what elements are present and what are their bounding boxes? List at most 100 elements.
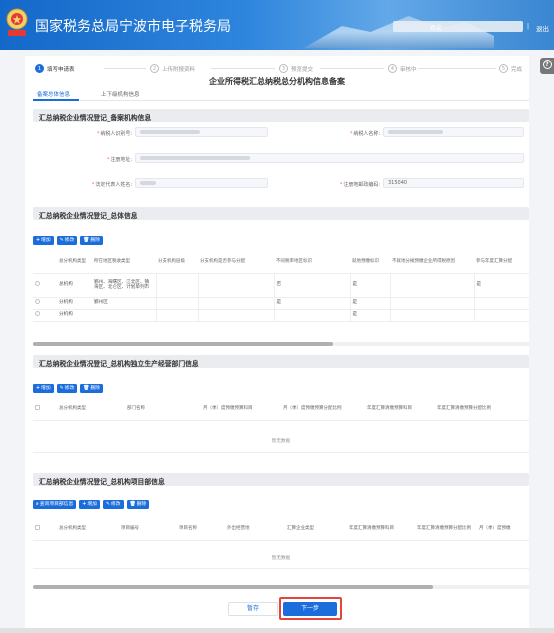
column-header: 年度汇算清缴预算科目 <box>347 519 415 541</box>
label-text: 纳税人识别号: <box>100 131 132 137</box>
required-mark: * <box>91 182 95 188</box>
step-connector <box>320 68 384 69</box>
trash-icon: 🗑 <box>83 386 90 391</box>
column-header: 年度汇算清缴预算分配比例 <box>415 519 477 541</box>
edit-button[interactable]: ✎修改 <box>102 500 124 509</box>
table-header-row: 总分机构类型 项目编号 项目名称 外出经营地 汇算企业类型 年度汇算清缴预算科目… <box>33 519 529 541</box>
section-header-general: 汇总纳税企业情况登记_总体信息 <box>33 207 529 220</box>
delete-button[interactable]: 🗑删除 <box>80 384 103 393</box>
cell <box>198 297 275 310</box>
delete-button[interactable]: 🗑删除 <box>80 236 103 245</box>
button-label: 删除 <box>90 386 100 391</box>
header-select <box>33 519 57 541</box>
save-draft-button[interactable]: 暂存 <box>228 602 278 616</box>
general-table: 总分机构类型 所在地区税收类型 分支机构层级 分支机构是否参与分配 不同税率地区… <box>33 252 529 322</box>
taxpayer-id-field[interactable] <box>135 127 268 137</box>
cell: 总机构 <box>57 273 92 298</box>
step-number: 1 <box>35 64 44 73</box>
table-header-row: 总分机构类型 部门名称 月（季）度预缴预算科目 月（季）度预缴预算分配比例 年度… <box>33 399 529 421</box>
legal-rep-field[interactable] <box>135 178 268 188</box>
column-header: 月（季）度预缴预算科目 <box>201 399 281 421</box>
select-all-checkbox[interactable] <box>35 405 40 411</box>
column-header: 部门名称 <box>125 399 201 421</box>
label-text: 注册地邮政编码: <box>343 182 380 188</box>
dept-table: 总分机构类型 部门名称 月（季）度预缴预算科目 月（季）度预缴预算分配比例 年度… <box>33 399 529 421</box>
step-label: 上传附报资料 <box>162 66 196 73</box>
step-connector <box>104 68 146 69</box>
radio-circle[interactable] <box>35 311 40 317</box>
next-step-button[interactable]: 下一步 <box>283 602 337 616</box>
tab-org-info[interactable]: 上下级机构信息 <box>101 90 140 98</box>
address-label: *注册地址: <box>55 156 132 163</box>
horizontal-scrollbar[interactable] <box>33 342 529 346</box>
query-project-button[interactable]: ⌕查询项目部信息 <box>33 500 77 509</box>
button-label: 增加 <box>87 502 97 507</box>
select-all-checkbox[interactable] <box>35 525 40 531</box>
cell <box>156 273 199 298</box>
edit-button[interactable]: ✎修改 <box>56 236 78 245</box>
section-title: 汇总纳税企业情况登记_总体信息 <box>39 211 138 220</box>
radio-circle[interactable] <box>35 281 40 287</box>
column-header: 分支机构是否参与分配 <box>198 252 274 274</box>
table-row[interactable]: 分机构 鄞州区 是 是 <box>33 297 529 310</box>
row-select[interactable] <box>33 297 57 310</box>
button-label: 修改 <box>64 386 75 391</box>
scrollbar-thumb[interactable] <box>33 342 333 346</box>
tab-divider <box>33 100 529 101</box>
user-info-bar <box>393 21 523 32</box>
button-label: 删除 <box>90 238 100 243</box>
header-separator: | <box>527 23 530 30</box>
column-header: 总分机构类型 <box>57 399 125 421</box>
button-label: 修改 <box>64 238 75 243</box>
add-button[interactable]: +增加 <box>33 236 54 245</box>
add-button[interactable]: +增加 <box>79 500 100 509</box>
delete-button[interactable]: 🗑删除 <box>126 500 150 509</box>
plus-icon: + <box>36 386 41 391</box>
column-header: 月（季）度预缴 <box>477 519 529 541</box>
row-select[interactable] <box>33 273 57 298</box>
pencil-icon: ✎ <box>59 386 64 391</box>
address-field[interactable] <box>135 153 524 163</box>
cell <box>198 309 275 322</box>
column-header: 所在地区税收类型 <box>92 252 156 274</box>
step-upload: 2 上传附报资料 <box>150 64 195 73</box>
step-number: 4 <box>388 64 397 73</box>
taxpayer-name-field[interactable] <box>383 127 524 137</box>
help-button[interactable]: ? <box>540 58 554 74</box>
table-row[interactable]: 分机构 是 <box>33 309 529 322</box>
header-select <box>33 252 57 274</box>
row-select[interactable] <box>33 309 57 322</box>
column-header: 外出经营地 <box>225 519 285 541</box>
region-code-field[interactable]: 315040 <box>383 178 524 188</box>
label-text: 法定代表人姓名: <box>95 182 132 188</box>
column-header: 月（季）度预缴预算分配比例 <box>281 399 365 421</box>
cell: 鄞州、海曙区、江北区、镇海区、北仑区、计划单列市 <box>92 273 157 298</box>
edit-button[interactable]: ✎修改 <box>56 384 78 393</box>
logout-link[interactable]: 退出 <box>536 23 549 33</box>
add-button[interactable]: +增加 <box>33 384 54 393</box>
scrollbar-thumb[interactable] <box>33 585 433 589</box>
table-row[interactable]: 总机构 鄞州、海曙区、江北区、镇海区、北仑区、计划单列市 否 是 是 <box>33 273 529 298</box>
button-label: 删除 <box>136 502 147 507</box>
step-connector <box>211 68 275 69</box>
radio-circle[interactable] <box>35 299 40 305</box>
pencil-icon: ✎ <box>105 502 110 507</box>
cell <box>274 309 351 322</box>
cell: 是 <box>274 297 351 310</box>
column-header: 项目名称 <box>177 519 225 541</box>
step-label: 填写申请表 <box>47 66 75 73</box>
table-header-row: 总分机构类型 所在地区税收类型 分支机构层级 分支机构是否参与分配 不同税率地区… <box>33 252 529 274</box>
question-icon: ? <box>542 60 552 69</box>
cell <box>390 309 475 322</box>
cell: 是 <box>350 309 391 322</box>
column-header: 不就地分摊预缴企业所得税原因 <box>390 252 474 274</box>
tab-filing-overview[interactable]: 备案总体信息 <box>37 90 70 98</box>
region-code-label: *注册地邮政编码: <box>300 181 380 188</box>
cell <box>156 297 199 310</box>
horizontal-scrollbar[interactable] <box>33 585 529 589</box>
site-title: 国家税务总局宁波市电子税务局 <box>35 19 231 35</box>
welcome-text: 欢迎 <box>430 25 443 32</box>
column-header: 参与年度汇算分配 <box>474 252 529 274</box>
column-header: 不同税率地区标识 <box>274 252 350 274</box>
column-header: 汇算企业类型 <box>285 519 347 541</box>
